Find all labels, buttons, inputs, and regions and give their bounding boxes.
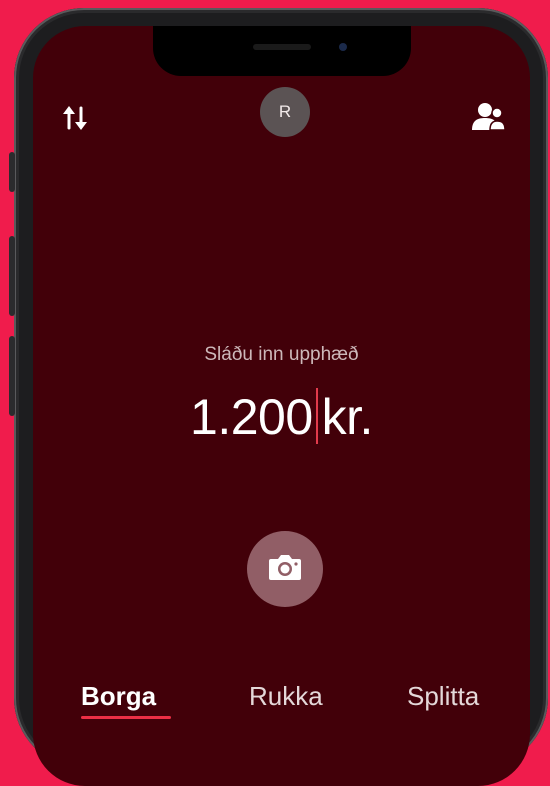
camera-icon [267,552,303,587]
camera-button[interactable] [247,531,323,607]
avatar[interactable]: R [260,87,310,137]
app-screen: R Sláðu inn upphæð 1.200 kr. Borga Rukka … [33,26,530,786]
phone-silent-switch [9,152,15,192]
amount-prompt: Sláðu inn upphæð [204,344,359,365]
contacts-icon[interactable] [471,100,506,134]
phone-volume-down [9,336,15,416]
avatar-initial: R [278,102,292,121]
bottom-tab-bar: Borga Rukka Splitta [33,681,530,721]
phone-volume-up [9,236,15,316]
swap-arrows-icon[interactable] [59,100,93,134]
amount-value: 1.200 [190,389,313,445]
tab-splitta[interactable]: Splitta [407,681,479,712]
active-tab-indicator [81,716,171,719]
tab-rukka[interactable]: Rukka [249,681,323,712]
tab-borga[interactable]: Borga [81,681,156,712]
earpiece-speaker [253,44,311,50]
amount-unit: kr. [321,389,374,445]
notch [153,26,411,76]
amount-input[interactable]: 1.200 kr. [33,388,530,446]
front-camera [339,43,347,51]
text-caret [315,388,318,444]
